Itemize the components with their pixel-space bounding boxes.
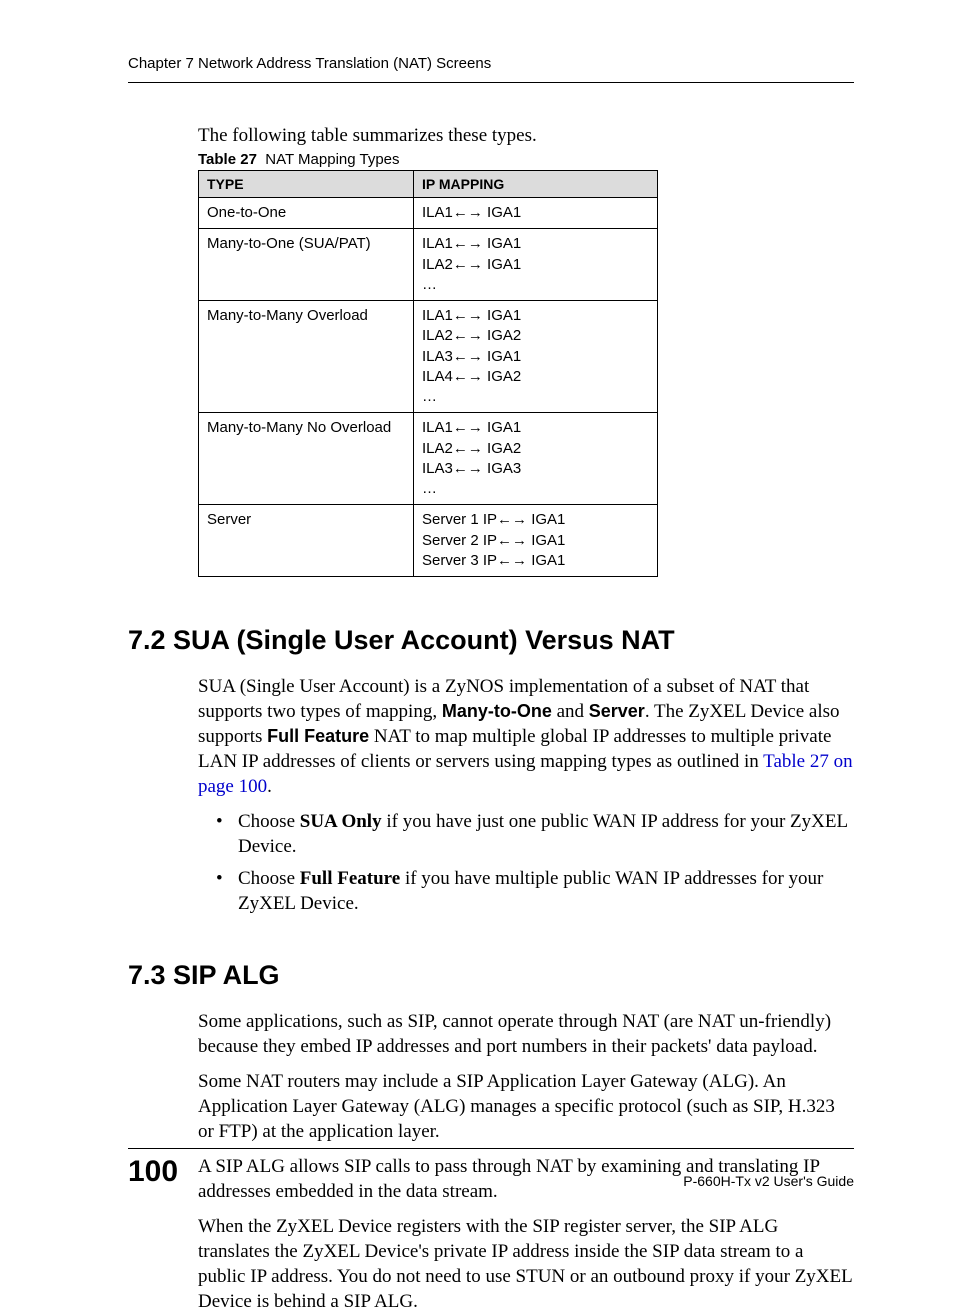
section-heading-7-3: 7.3 SIP ALG (128, 960, 854, 991)
cell-map: ILA1←→ IGA1ILA2←→ IGA1… (414, 229, 658, 301)
table-row: One-to-One ILA1←→ IGA1 (199, 198, 658, 229)
table-row: Many-to-Many Overload ILA1←→ IGA1ILA2←→ … (199, 301, 658, 413)
list-item: Choose SUA Only if you have just one pub… (238, 809, 854, 859)
bold-many-to-one: Many-to-One (442, 701, 552, 721)
table-row: Many-to-Many No Overload ILA1←→ IGA1ILA2… (199, 413, 658, 505)
section-7-2-paragraph: SUA (Single User Account) is a ZyNOS imp… (198, 674, 854, 799)
guide-name: P-660H-Tx v2 User's Guide (683, 1173, 854, 1189)
page-number: 100 (128, 1155, 178, 1189)
section-heading-7-2: 7.2 SUA (Single User Account) Versus NAT (128, 625, 854, 656)
bold-full-feature-2: Full Feature (300, 868, 400, 889)
bullet-list: Choose SUA Only if you have just one pub… (198, 809, 854, 915)
table-caption-text: NAT Mapping Types (265, 151, 399, 168)
section-7-3-p1: Some applications, such as SIP, cannot o… (198, 1009, 854, 1059)
bold-sua-only: SUA Only (300, 811, 382, 832)
cell-type: Server (199, 505, 414, 577)
th-type: TYPE (199, 171, 414, 198)
bold-server: Server (589, 701, 645, 721)
cell-map: Server 1 IP←→ IGA1Server 2 IP←→ IGA1Serv… (414, 505, 658, 577)
bold-full-feature: Full Feature (267, 726, 369, 746)
cell-map: ILA1←→ IGA1ILA2←→ IGA2ILA3←→ IGA1ILA4←→ … (414, 301, 658, 413)
cell-type: One-to-One (199, 198, 414, 229)
section-7-3-p4: When the ZyXEL Device registers with the… (198, 1214, 854, 1314)
nat-mapping-table: TYPE IP MAPPING One-to-One ILA1←→ IGA1 M… (198, 170, 658, 577)
section-7-3-p2: Some NAT routers may include a SIP Appli… (198, 1069, 854, 1144)
page-footer: 100 P-660H-Tx v2 User's Guide (128, 1148, 854, 1189)
cell-type: Many-to-Many Overload (199, 301, 414, 413)
list-item: Choose Full Feature if you have multiple… (238, 866, 854, 916)
table-caption-label: Table 27 (198, 151, 257, 168)
th-mapping: IP MAPPING (414, 171, 658, 198)
cell-type: Many-to-One (SUA/PAT) (199, 229, 414, 301)
table-caption: Table 27 NAT Mapping Types (198, 151, 854, 168)
table-row: Many-to-One (SUA/PAT) ILA1←→ IGA1ILA2←→ … (199, 229, 658, 301)
cell-type: Many-to-Many No Overload (199, 413, 414, 505)
cell-map: ILA1←→ IGA1ILA2←→ IGA2ILA3←→ IGA3… (414, 413, 658, 505)
cell-map: ILA1←→ IGA1 (414, 198, 658, 229)
running-header: Chapter 7 Network Address Translation (N… (128, 55, 854, 83)
intro-text: The following table summarizes these typ… (198, 125, 854, 147)
table-row: Server Server 1 IP←→ IGA1Server 2 IP←→ I… (199, 505, 658, 577)
